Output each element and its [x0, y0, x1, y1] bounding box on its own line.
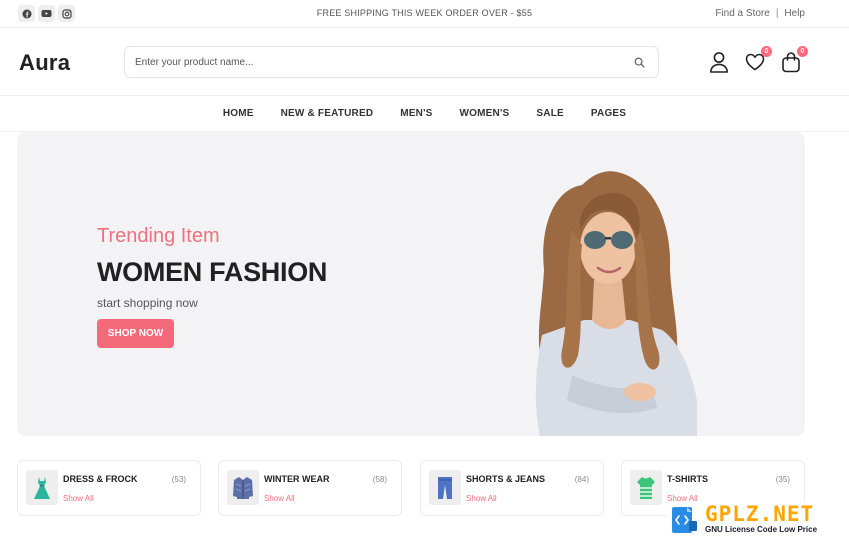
search-bar [124, 46, 659, 78]
user-icon [710, 52, 728, 73]
find-store-link[interactable]: Find a Store [715, 8, 769, 19]
hero-title: WOMEN FASHION [97, 257, 328, 287]
cart-badge: 0 [797, 46, 808, 57]
category-thumb [227, 470, 259, 505]
code-document-icon [672, 507, 697, 533]
hero-banner: Trending Item WOMEN FASHION start shoppi… [17, 132, 805, 436]
top-links: Find a Store | Help [715, 8, 805, 19]
nav-sale[interactable]: SALE [536, 108, 563, 119]
logo[interactable]: Aura [19, 50, 70, 76]
category-title: SHORTS & JEANS [466, 474, 546, 484]
nav-home[interactable]: HOME [223, 108, 254, 119]
coat-icon [233, 476, 253, 499]
wishlist-button[interactable]: 0 [744, 46, 772, 74]
top-bar: FREE SHIPPING THIS WEEK ORDER OVER - $55… [0, 0, 849, 28]
category-count: (84) [574, 475, 589, 484]
header-actions: 0 0 [708, 46, 808, 74]
watermark: GPLZ.NET GNU License Code Low Price [667, 502, 843, 538]
category-count: (53) [171, 475, 186, 484]
category-card[interactable]: WINTER WEAR (58) Show All [218, 460, 402, 516]
jeans-icon [438, 476, 452, 499]
hero-model-image [535, 171, 697, 436]
help-link[interactable]: Help [784, 8, 805, 19]
watermark-tagline: GNU License Code Low Price [705, 525, 818, 534]
dress-icon [34, 476, 50, 499]
category-title: WINTER WEAR [264, 474, 330, 484]
search-icon[interactable] [632, 55, 646, 69]
category-count: (35) [775, 475, 790, 484]
category-thumb [429, 470, 461, 505]
show-all-link[interactable]: Show All [466, 494, 497, 503]
main-nav: HOME NEW & FEATURED MEN'S WOMEN'S SALE P… [0, 96, 849, 132]
category-title: T-SHIRTS [667, 474, 709, 484]
account-button[interactable] [708, 50, 730, 74]
tshirt-icon [637, 476, 655, 499]
link-separator: | [775, 8, 779, 19]
category-card[interactable]: SHORTS & JEANS (84) Show All [420, 460, 604, 516]
header: Aura 0 0 [0, 28, 849, 96]
cart-button[interactable]: 0 [780, 46, 808, 74]
nav-womens[interactable]: WOMEN'S [460, 108, 510, 119]
show-all-link[interactable]: Show All [63, 494, 94, 503]
nav-new-featured[interactable]: NEW & FEATURED [281, 108, 374, 119]
hero-subtitle: start shopping now [97, 296, 198, 310]
category-count: (58) [372, 475, 387, 484]
category-thumb [630, 470, 662, 505]
category-thumb [26, 470, 58, 505]
nav-pages[interactable]: PAGES [591, 108, 626, 119]
wishlist-badge: 0 [761, 46, 772, 57]
show-all-link[interactable]: Show All [264, 494, 295, 503]
category-card[interactable]: DRESS & FROCK (53) Show All [17, 460, 201, 516]
search-input[interactable] [135, 56, 632, 68]
nav-mens[interactable]: MEN'S [400, 108, 432, 119]
category-title: DRESS & FROCK [63, 474, 138, 484]
shop-now-button[interactable]: SHOP NOW [97, 319, 174, 348]
hero-kicker: Trending Item [97, 225, 220, 247]
watermark-brand: GPLZ.NET [705, 502, 815, 526]
